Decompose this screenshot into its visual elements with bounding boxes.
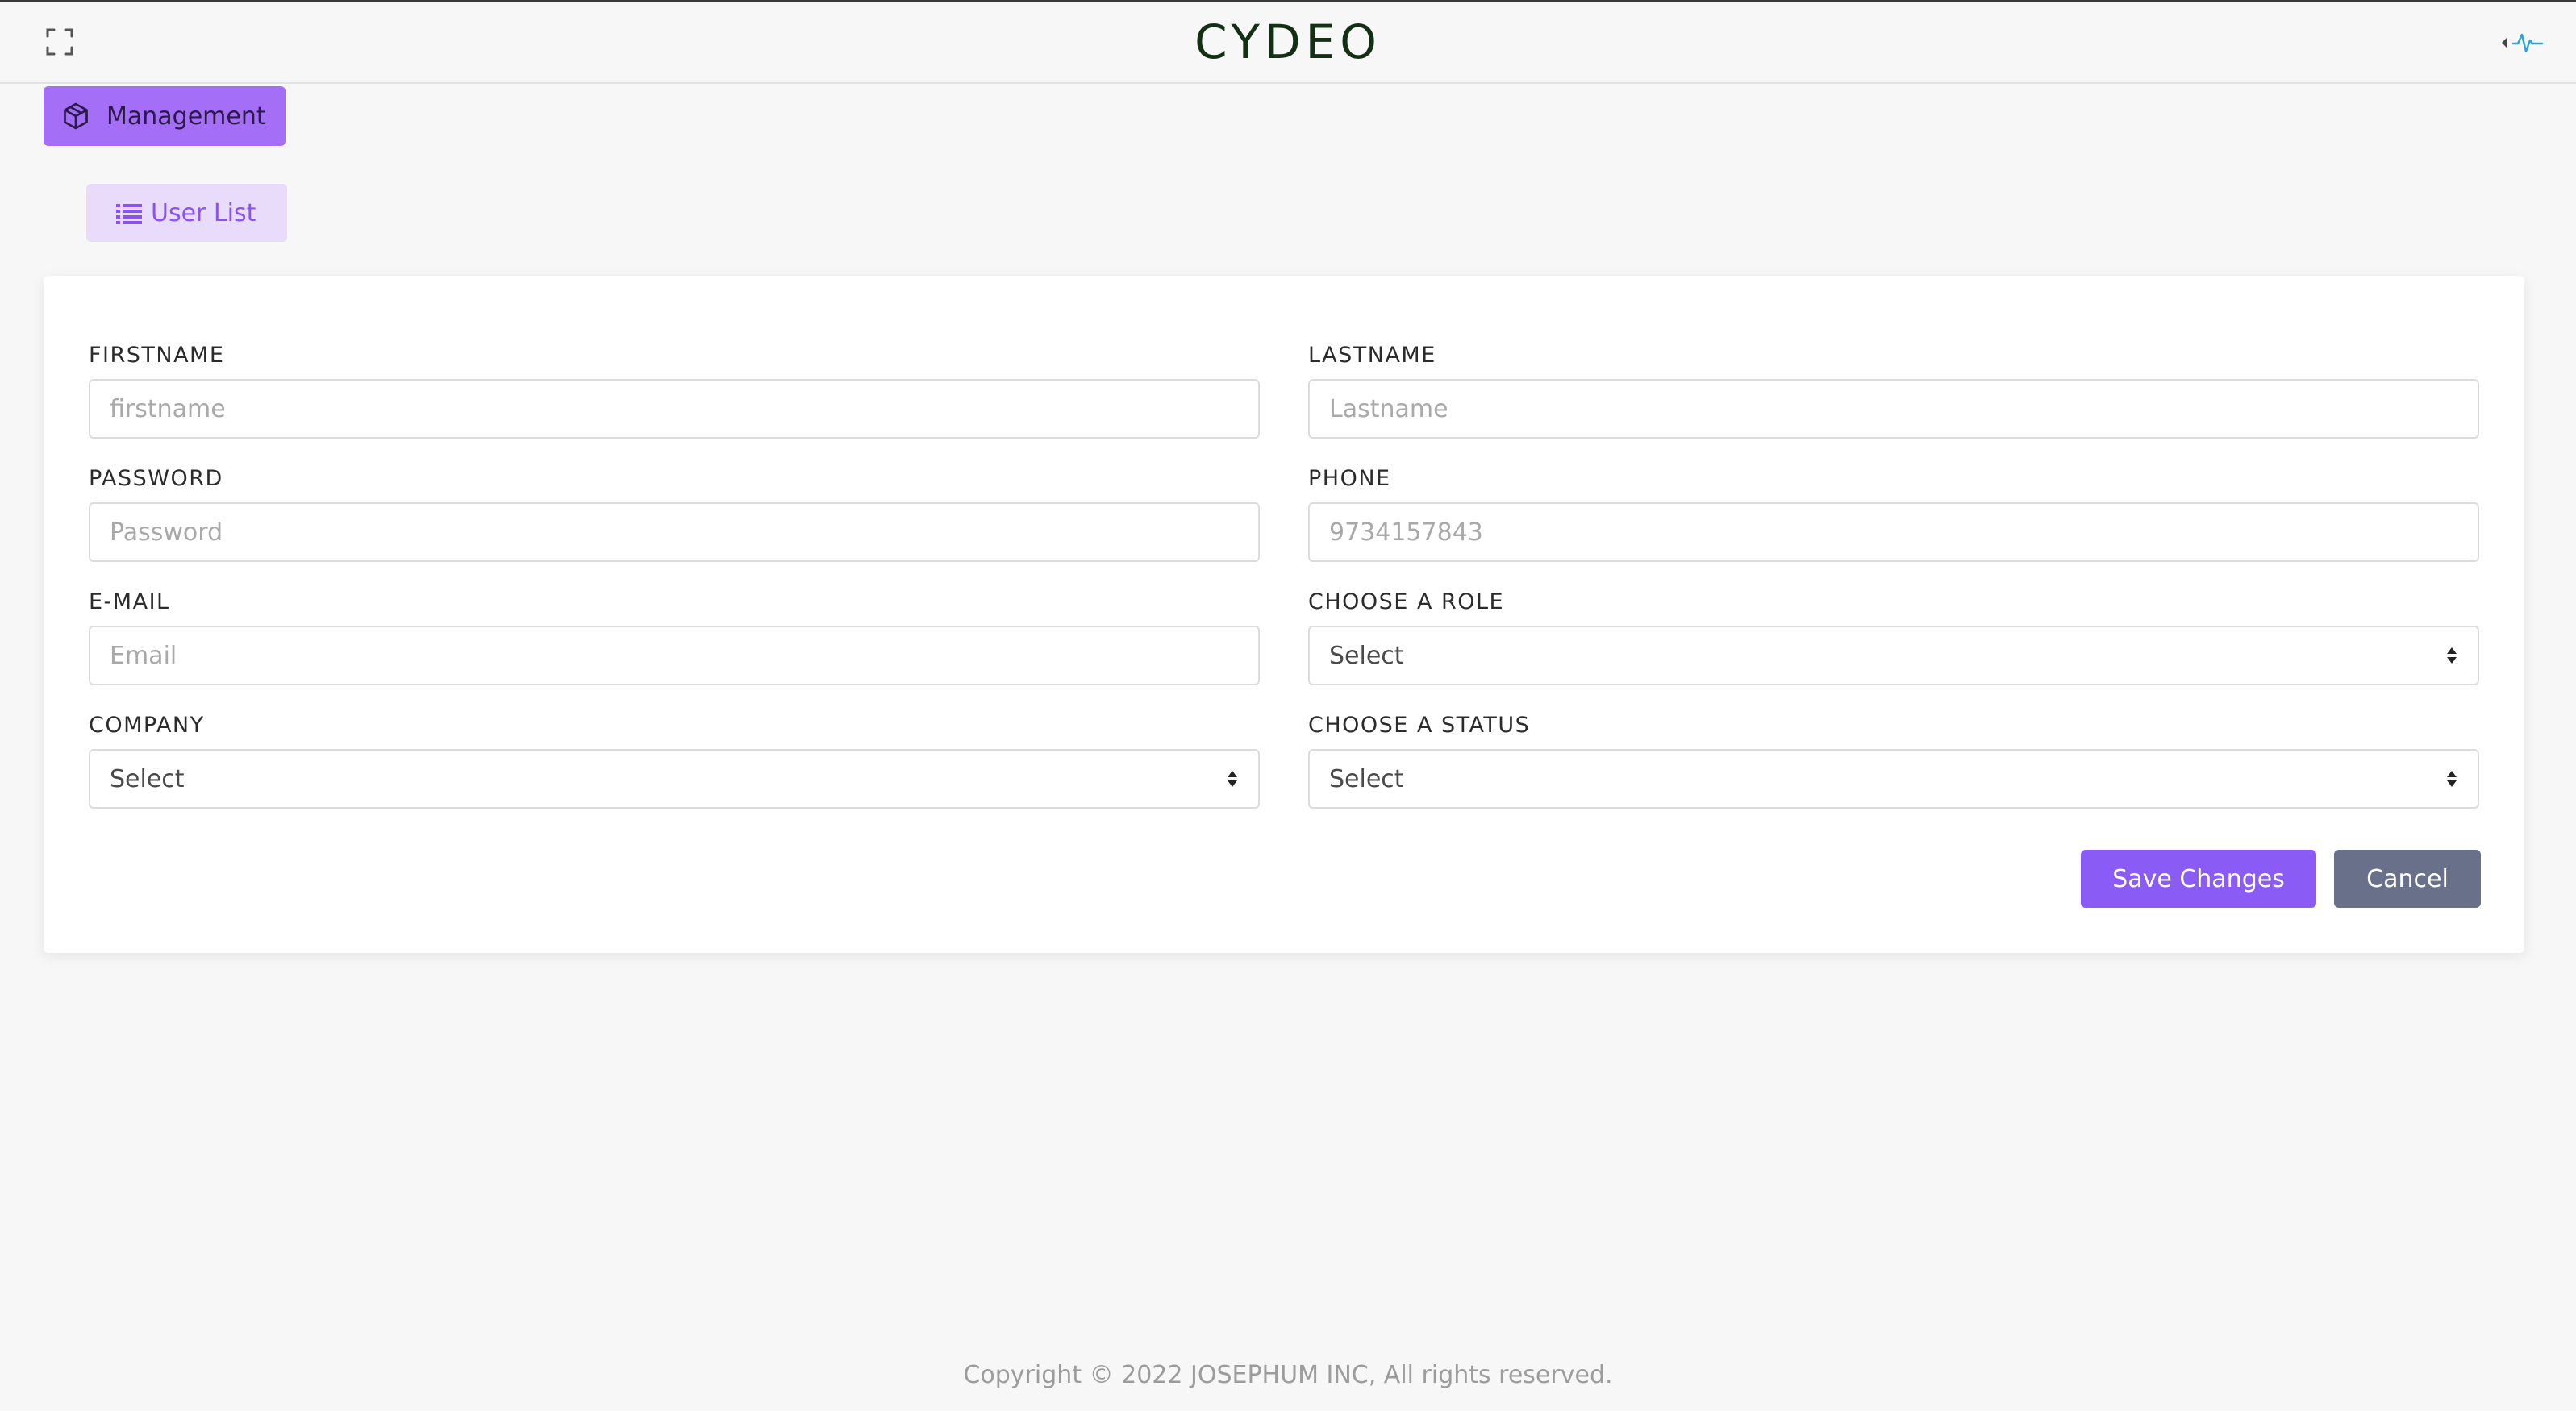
- user-list-label: User List: [151, 198, 256, 227]
- status-label: CHOOSE A STATUS: [1308, 713, 1531, 738]
- activity-icon[interactable]: [2500, 31, 2544, 55]
- phone-label: PHONE: [1308, 466, 1391, 491]
- top-header: CYDEO: [0, 2, 2576, 84]
- company-label: COMPANY: [89, 713, 205, 738]
- password-label: PASSWORD: [89, 466, 223, 491]
- phone-group: PHONE: [1308, 465, 2479, 562]
- management-button[interactable]: Management: [44, 86, 286, 146]
- role-selected-value: Select: [1329, 641, 1404, 670]
- firstname-group: FIRSTNAME: [89, 342, 1260, 439]
- role-select[interactable]: Select: [1308, 626, 2479, 685]
- sort-arrows-icon: [1228, 771, 1237, 787]
- sort-arrows-icon: [2447, 647, 2457, 664]
- user-form-card: FIRSTNAME LASTNAME PASSWORD PHONE E-MAIL…: [44, 276, 2524, 953]
- user-list-button[interactable]: User List: [86, 184, 287, 242]
- email-input[interactable]: [89, 626, 1260, 685]
- box-icon: [64, 102, 88, 130]
- firstname-label: FIRSTNAME: [89, 343, 225, 368]
- password-input[interactable]: [89, 502, 1260, 562]
- status-selected-value: Select: [1329, 764, 1404, 793]
- password-group: PASSWORD: [89, 465, 1260, 562]
- save-changes-button[interactable]: Save Changes: [2081, 850, 2316, 908]
- company-select[interactable]: Select: [89, 749, 1260, 809]
- email-group: E-MAIL: [89, 589, 1260, 685]
- firstname-input[interactable]: [89, 379, 1260, 439]
- sort-arrows-icon: [2447, 771, 2457, 787]
- lastname-group: LASTNAME: [1308, 342, 2479, 439]
- status-group: CHOOSE A STATUS Select: [1308, 712, 2479, 809]
- management-label: Management: [106, 102, 266, 131]
- cancel-button[interactable]: Cancel: [2334, 850, 2481, 908]
- status-select[interactable]: Select: [1308, 749, 2479, 809]
- footer-copyright: Copyright © 2022 JOSEPHUM INC, All right…: [963, 1361, 1613, 1389]
- company-group: COMPANY Select: [89, 712, 1260, 809]
- email-label: E-MAIL: [89, 589, 170, 614]
- brand-logo[interactable]: CYDEO: [0, 15, 2576, 69]
- company-selected-value: Select: [110, 764, 185, 793]
- lastname-input[interactable]: [1308, 379, 2479, 439]
- lastname-label: LASTNAME: [1308, 343, 1436, 368]
- role-group: CHOOSE A ROLE Select: [1308, 589, 2479, 685]
- phone-input[interactable]: [1308, 502, 2479, 562]
- list-icon: [116, 204, 142, 224]
- role-label: CHOOSE A ROLE: [1308, 589, 1505, 614]
